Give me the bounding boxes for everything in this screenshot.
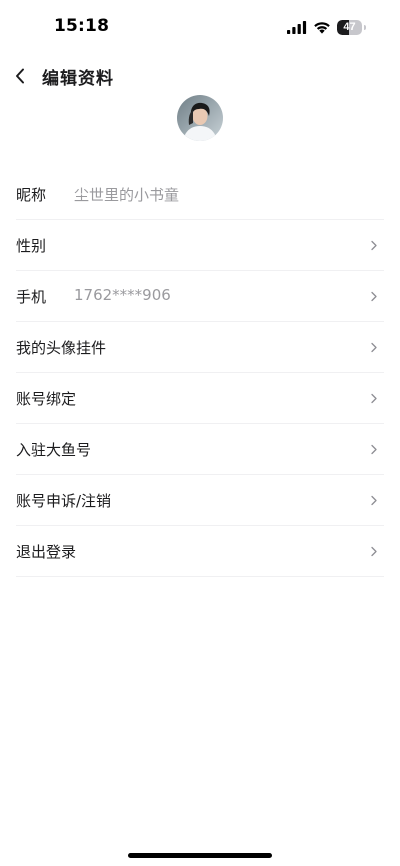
battery-percent: 47	[343, 20, 356, 33]
row-label: 账号申诉/注销	[16, 492, 112, 510]
row-label: 性别	[16, 237, 47, 255]
row-label: 手机	[16, 288, 47, 306]
page-title: 编辑资料	[42, 69, 114, 89]
signal-icon	[287, 20, 307, 34]
status-icons: 47	[287, 18, 366, 36]
avatar-image	[177, 95, 223, 141]
row-label: 账号绑定	[16, 390, 77, 408]
row-label: 退出登录	[16, 543, 77, 561]
status-time: 15:18	[54, 16, 110, 36]
chevron-right-icon	[371, 342, 377, 353]
row-logout[interactable]: 退出登录	[16, 526, 384, 577]
edit-profile-screen: 15:18 47 编辑资料 昵称 尘世里的小书童 性别 手机 1762****9…	[0, 0, 400, 866]
settings-list: 昵称 尘世里的小书童 性别 手机 1762****906 我的头像挂件 账号绑定	[16, 169, 384, 577]
row-label: 我的头像挂件	[16, 339, 107, 357]
status-bar: 15:18 47	[0, 0, 400, 54]
wifi-icon	[314, 21, 330, 34]
chevron-right-icon	[371, 546, 377, 557]
chevron-right-icon	[371, 291, 377, 302]
row-appeal-cancel[interactable]: 账号申诉/注销	[16, 475, 384, 526]
chevron-right-icon	[371, 495, 377, 506]
row-avatar-pendant[interactable]: 我的头像挂件	[16, 322, 384, 373]
row-phone[interactable]: 手机 1762****906	[16, 271, 384, 322]
row-label: 昵称	[16, 186, 47, 204]
row-join-dayu[interactable]: 入驻大鱼号	[16, 424, 384, 475]
nickname-value: 尘世里的小书童	[74, 186, 180, 204]
phone-value: 1762****906	[74, 286, 171, 304]
battery-icon: 47	[337, 19, 366, 35]
back-button[interactable]	[6, 60, 34, 92]
row-gender[interactable]: 性别	[16, 220, 384, 271]
chevron-right-icon	[371, 444, 377, 455]
row-account-binding[interactable]: 账号绑定	[16, 373, 384, 424]
chevron-right-icon	[371, 240, 377, 251]
row-label: 入驻大鱼号	[16, 441, 92, 459]
avatar[interactable]	[177, 95, 223, 141]
row-nickname[interactable]: 昵称 尘世里的小书童	[16, 169, 384, 220]
chevron-left-icon	[16, 68, 24, 84]
home-indicator[interactable]	[128, 853, 272, 858]
nav-bar: 编辑资料	[0, 54, 400, 98]
chevron-right-icon	[371, 393, 377, 404]
